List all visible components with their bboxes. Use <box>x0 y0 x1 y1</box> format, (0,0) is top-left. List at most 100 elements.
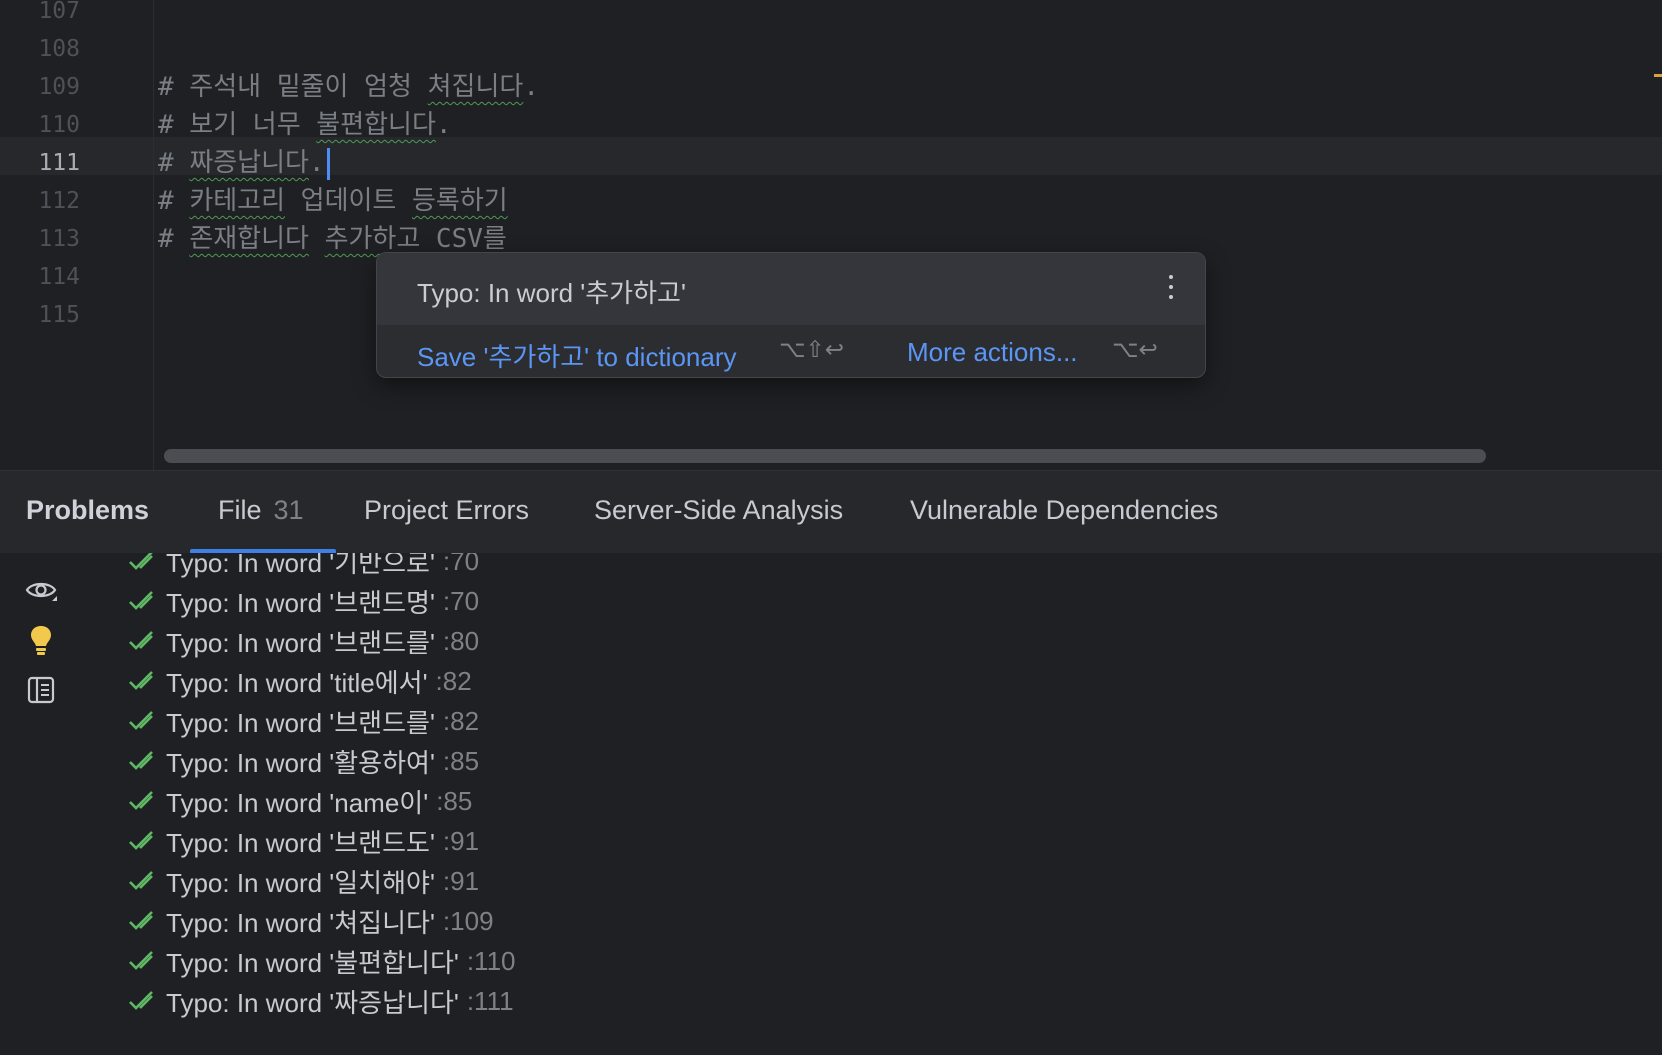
popup-title: Typo: In word '추가하고' <box>417 278 686 308</box>
problem-text: Typo: In word '브랜드를' <box>166 707 435 738</box>
problem-line-number: :82 <box>435 665 472 696</box>
problem-text: Typo: In word '쳐집니다' <box>166 907 435 938</box>
text-caret <box>326 147 330 180</box>
code-line[interactable]: # 주석내 밑줄이 엄청 쳐집니다. <box>158 68 539 106</box>
problem-line-number: :111 <box>466 985 514 1016</box>
comment-text: # 주석내 밑줄이 엄청 <box>158 72 428 102</box>
tab-project-errors[interactable]: Project Errors <box>364 495 529 526</box>
check-icon <box>128 988 154 1014</box>
problem-row[interactable]: Typo: In word '불편합니다':110 <box>128 941 516 981</box>
tab-vulnerable-dependencies[interactable]: Vulnerable Dependencies <box>910 495 1218 526</box>
problem-row[interactable]: Typo: In word 'name이':85 <box>128 781 516 821</box>
typo-word: 존재합니다 <box>189 224 309 254</box>
check-icon <box>128 708 154 734</box>
check-icon <box>128 908 154 934</box>
line-number[interactable]: 110 <box>0 106 80 144</box>
check-icon <box>128 828 154 854</box>
problem-row[interactable]: Typo: In word '짜증납니다':111 <box>128 981 516 1021</box>
problem-text: Typo: In word '브랜드를' <box>166 627 435 658</box>
comment-text: . <box>435 110 452 140</box>
problem-line-number: :91 <box>442 825 480 856</box>
typo-word: 카테고리 <box>189 186 285 216</box>
tab-count: 31 <box>273 495 304 525</box>
problem-line-number: :80 <box>442 625 480 656</box>
comment-text: # 보기 너무 <box>158 110 317 140</box>
eye-icon[interactable] <box>24 573 58 607</box>
check-icon <box>128 628 154 654</box>
line-number[interactable]: 115 <box>0 296 80 334</box>
panel-side-toolbar <box>0 553 80 1055</box>
tab-file[interactable]: File 31 <box>218 495 304 526</box>
problem-line-number: :70 <box>442 553 480 576</box>
save-to-dictionary-action[interactable]: Save '추가하고' to dictionary <box>417 337 737 374</box>
problem-row[interactable]: Typo: In word '기반으로' :70 <box>128 553 516 581</box>
problem-line-number: :85 <box>436 785 473 816</box>
problem-text: Typo: In word 'name이' <box>166 787 429 818</box>
problem-row[interactable]: Typo: In word '활용하여':85 <box>128 741 516 781</box>
save-shortcut: ⌥⇧↩ <box>779 337 845 363</box>
problem-line-number: :109 <box>442 905 494 936</box>
warning-stripe-marker[interactable] <box>1654 74 1662 77</box>
line-number[interactable]: 112 <box>0 182 80 220</box>
problems-list: Typo: In word '기반으로':70 Typo: In word '브랜… <box>128 553 516 1021</box>
problem-row[interactable]: Typo: In word '브랜드명':70 <box>128 581 516 621</box>
comment-text <box>309 224 325 254</box>
code-line[interactable]: # 짜증납니다. <box>158 144 330 182</box>
horizontal-scrollbar[interactable] <box>164 449 1486 463</box>
comment-text: # <box>158 186 190 216</box>
check-icon <box>128 788 154 814</box>
more-actions-shortcut: ⌥↩ <box>1112 337 1158 363</box>
problem-line-number: :70 <box>442 585 480 616</box>
problem-row[interactable]: Typo: In word '브랜드도':91 <box>128 821 516 861</box>
typo-word: 등록하기 <box>412 186 508 216</box>
problem-text: Typo: In word '브랜드도' <box>166 827 435 858</box>
problem-row[interactable]: Typo: In word '브랜드를':80 <box>128 621 516 661</box>
lightbulb-icon[interactable] <box>24 623 58 657</box>
problem-text: Typo: In word '브랜드명' <box>166 587 435 618</box>
problem-text: Typo: In word '기반으로' <box>166 553 435 578</box>
check-icon <box>128 588 154 614</box>
problem-text: Typo: In word '불편합니다' <box>166 947 459 978</box>
problem-line-number: :82 <box>442 705 480 736</box>
problem-line-number: :110 <box>466 945 516 976</box>
check-icon <box>128 668 154 694</box>
problem-text: Typo: In word '짜증납니다' <box>166 987 459 1018</box>
check-icon <box>128 868 154 894</box>
typo-word: 추가하고 <box>324 224 421 254</box>
line-number[interactable]: 108 <box>0 30 80 68</box>
line-number[interactable]: 109 <box>0 68 80 106</box>
line-number[interactable]: 113 <box>0 220 80 258</box>
problem-row[interactable]: Typo: In word '브랜드를':82 <box>128 701 516 741</box>
code-editor[interactable]: 107 108 109 110 111 112 113 114 115 # 주석내 밑줄이 엄청… <box>0 0 1662 470</box>
tab-server-side-analysis[interactable]: Server-Side Analysis <box>594 495 843 526</box>
problems-tab-bar: Problems File 31 Project Errors Server-Si… <box>0 470 1662 555</box>
problem-line-number: :85 <box>442 745 480 776</box>
more-actions-action[interactable]: More actions... <box>907 337 1078 368</box>
code-line[interactable]: # 카테고리 업데이트 등록하기 <box>158 182 508 220</box>
popup-header: Typo: In word '추가하고' <box>377 253 1205 325</box>
comment-text: 업데이트 <box>285 186 412 216</box>
typo-word: CSV를 <box>435 224 507 254</box>
typo-word: 쳐집니다 <box>427 72 524 102</box>
check-icon <box>128 748 154 774</box>
comment-text: # <box>158 148 190 178</box>
check-icon <box>128 948 154 974</box>
code-line[interactable]: # 보기 너무 불편합니다. <box>158 106 452 144</box>
line-number[interactable]: 111 <box>0 144 80 182</box>
problem-text: Typo: In word '일치해야' <box>166 867 435 898</box>
problem-text: Typo: In word '활용하여' <box>166 747 435 778</box>
more-vertical-icon[interactable] <box>1167 273 1175 303</box>
problem-row[interactable]: Typo: In word '쳐집니다':109 <box>128 901 516 941</box>
line-number-gutter: 107 108 109 110 111 112 113 114 115 <box>0 0 154 470</box>
typo-popup: Typo: In word '추가하고' Save '추가하고' to dict… <box>376 252 1206 378</box>
tab-label: File <box>218 495 262 525</box>
problem-row[interactable]: Typo: In word 'title에서':82 <box>128 661 516 701</box>
preview-icon[interactable] <box>24 673 58 707</box>
line-number[interactable]: 107 <box>0 0 80 30</box>
problems-panel: Typo: In word '기반으로':70 Typo: In word '브랜… <box>0 553 1662 1055</box>
comment-text: # <box>158 224 190 254</box>
problem-row[interactable]: Typo: In word '일치해야':91 <box>128 861 516 901</box>
typo-word: 짜증납니다 <box>189 148 309 178</box>
problem-line-number: :91 <box>442 865 480 896</box>
line-number[interactable]: 114 <box>0 258 80 296</box>
